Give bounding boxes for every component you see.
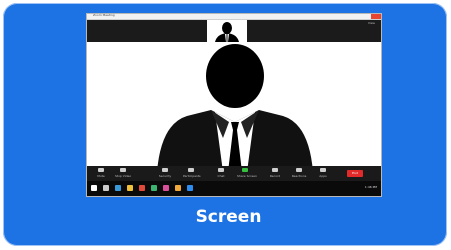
app-icon[interactable] xyxy=(163,185,169,191)
reactions-button[interactable]: Reactions xyxy=(291,168,307,179)
store-icon[interactable] xyxy=(151,185,157,191)
folder-icon[interactable] xyxy=(127,185,133,191)
share-screen-icon xyxy=(242,168,248,172)
mail-icon[interactable] xyxy=(175,185,181,191)
screen-card[interactable]: Zoom Meeting View Mute Stop Video Securi… xyxy=(3,3,447,246)
chrome-icon[interactable] xyxy=(139,185,145,191)
participants-icon xyxy=(188,168,194,172)
apps-icon xyxy=(320,168,326,172)
end-meeting-button[interactable]: End xyxy=(347,170,363,177)
chat-icon xyxy=(218,168,224,172)
meeting-controls-bar: Mute Stop Video Security Participants Ch… xyxy=(87,166,381,181)
chat-button[interactable]: Chat xyxy=(213,168,229,179)
share-screen-button[interactable]: Share Screen xyxy=(237,168,257,179)
participants-button[interactable]: Participants xyxy=(183,168,201,179)
main-video xyxy=(87,42,381,172)
record-icon xyxy=(272,168,278,172)
microphone-icon xyxy=(98,168,104,172)
person-silhouette-icon xyxy=(157,44,313,172)
stop-video-button[interactable]: Stop Video xyxy=(115,168,131,179)
view-label[interactable]: View xyxy=(368,21,375,25)
apps-button[interactable]: Apps xyxy=(315,168,331,179)
shield-icon xyxy=(162,168,168,172)
person-avatar-icon xyxy=(215,22,239,42)
start-icon[interactable] xyxy=(91,185,97,191)
close-button[interactable] xyxy=(371,14,381,19)
security-button[interactable]: Security xyxy=(157,168,173,179)
taskbar-clock: 1:46 PM xyxy=(364,185,377,189)
card-caption: Screen xyxy=(195,207,262,227)
mute-button[interactable]: Mute xyxy=(93,168,109,179)
camera-icon xyxy=(120,168,126,172)
participant-thumbnail[interactable] xyxy=(207,20,247,42)
zoom-taskbar-icon[interactable] xyxy=(187,185,193,191)
edge-icon[interactable] xyxy=(115,185,121,191)
reactions-icon xyxy=(296,168,302,172)
windows-taskbar: 1:46 PM xyxy=(87,181,381,196)
screen-preview: Zoom Meeting View Mute Stop Video Securi… xyxy=(86,13,382,197)
record-button[interactable]: Record xyxy=(267,168,283,179)
window-title: Zoom Meeting xyxy=(93,13,115,17)
search-icon[interactable] xyxy=(103,185,109,191)
